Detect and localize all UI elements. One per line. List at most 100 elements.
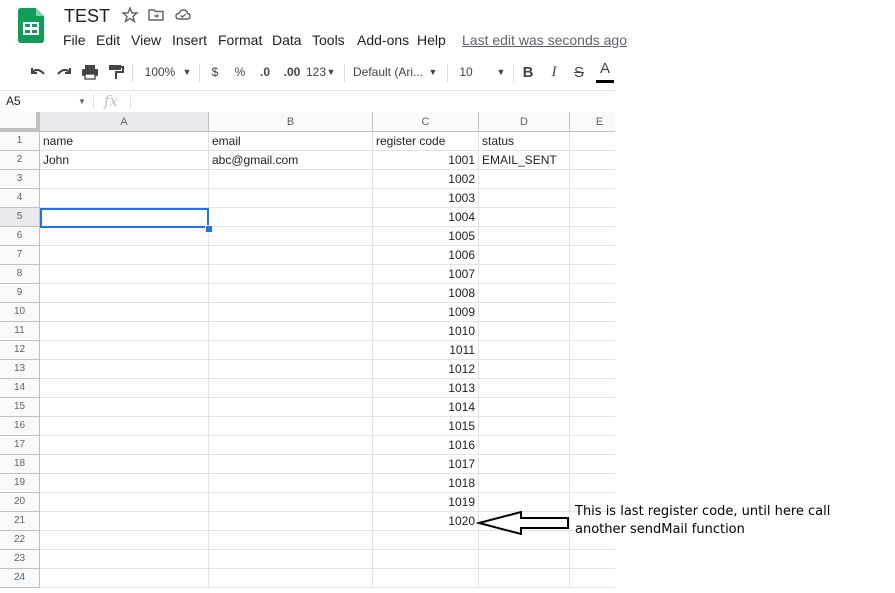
move-to-folder-icon[interactable]	[147, 6, 165, 24]
row-header[interactable]: 16	[0, 417, 40, 436]
menu-insert[interactable]: Insert	[172, 32, 207, 48]
cell-a9[interactable]	[40, 284, 209, 303]
cell-d14[interactable]	[479, 379, 570, 398]
cell-d13[interactable]	[479, 360, 570, 379]
cell-b19[interactable]	[209, 474, 373, 493]
cell-b9[interactable]	[209, 284, 373, 303]
cell-c9[interactable]: 1008	[373, 284, 479, 303]
cell-c7[interactable]: 1006	[373, 246, 479, 265]
name-box[interactable]: A5	[0, 91, 90, 112]
menu-data[interactable]: Data	[272, 32, 302, 48]
cell-a1[interactable]: name	[40, 132, 209, 151]
cloud-status-icon[interactable]	[174, 6, 192, 24]
row-header[interactable]: 20	[0, 493, 40, 512]
row-header[interactable]: 24	[0, 569, 40, 588]
number-format-chevron-down-icon[interactable]: ▼	[326, 56, 336, 88]
undo-icon[interactable]	[28, 56, 48, 88]
cell-b12[interactable]	[209, 341, 373, 360]
column-header-b[interactable]: B	[209, 112, 373, 132]
cell-e4[interactable]	[570, 189, 615, 208]
row-header[interactable]: 17	[0, 436, 40, 455]
decrease-decimal-button[interactable]: .0	[255, 56, 275, 88]
cell-b1[interactable]: email	[209, 132, 373, 151]
cell-a7[interactable]	[40, 246, 209, 265]
cell-b24[interactable]	[209, 569, 373, 588]
cell-e8[interactable]	[570, 265, 615, 284]
row-header[interactable]: 1	[0, 132, 40, 151]
cell-b13[interactable]	[209, 360, 373, 379]
cell-b20[interactable]	[209, 493, 373, 512]
cell-a11[interactable]	[40, 322, 209, 341]
star-icon[interactable]	[121, 6, 139, 24]
cell-d12[interactable]	[479, 341, 570, 360]
zoom-chevron-down-icon[interactable]: ▼	[181, 56, 193, 88]
font-size-chevron-down-icon[interactable]: ▼	[495, 56, 507, 88]
cell-d15[interactable]	[479, 398, 570, 417]
cell-e14[interactable]	[570, 379, 615, 398]
cell-b23[interactable]	[209, 550, 373, 569]
cell-a4[interactable]	[40, 189, 209, 208]
cell-e13[interactable]	[570, 360, 615, 379]
cell-d24[interactable]	[479, 569, 570, 588]
cell-b5[interactable]	[209, 208, 373, 227]
row-header[interactable]: 8	[0, 265, 40, 284]
column-header-c[interactable]: C	[373, 112, 479, 132]
cell-b11[interactable]	[209, 322, 373, 341]
cell-e5[interactable]	[570, 208, 615, 227]
cell-d11[interactable]	[479, 322, 570, 341]
cell-e3[interactable]	[570, 170, 615, 189]
cell-d10[interactable]	[479, 303, 570, 322]
name-box-chevron-down-icon[interactable]: ▼	[78, 91, 86, 112]
cell-b6[interactable]	[209, 227, 373, 246]
cell-c2[interactable]: 1001	[373, 151, 479, 170]
cell-c4[interactable]: 1003	[373, 189, 479, 208]
row-header[interactable]: 22	[0, 531, 40, 550]
cell-e9[interactable]	[570, 284, 615, 303]
row-header[interactable]: 10	[0, 303, 40, 322]
cell-c14[interactable]: 1013	[373, 379, 479, 398]
cell-a12[interactable]	[40, 341, 209, 360]
cell-e19[interactable]	[570, 474, 615, 493]
formula-input[interactable]	[135, 91, 605, 112]
cell-b22[interactable]	[209, 531, 373, 550]
bold-button[interactable]: B	[520, 56, 536, 88]
cell-c10[interactable]: 1009	[373, 303, 479, 322]
zoom-select[interactable]: 100%	[140, 56, 180, 88]
cell-d23[interactable]	[479, 550, 570, 569]
row-header[interactable]: 3	[0, 170, 40, 189]
cell-c18[interactable]: 1017	[373, 455, 479, 474]
cell-e7[interactable]	[570, 246, 615, 265]
column-header-e[interactable]: E	[570, 112, 615, 132]
row-header[interactable]: 5	[0, 208, 40, 227]
cell-a5[interactable]	[40, 208, 209, 227]
print-icon[interactable]	[80, 56, 100, 88]
cell-a15[interactable]	[40, 398, 209, 417]
cell-b10[interactable]	[209, 303, 373, 322]
cell-d17[interactable]	[479, 436, 570, 455]
row-header[interactable]: 2	[0, 151, 40, 170]
currency-format-button[interactable]: $	[207, 56, 223, 88]
cell-c24[interactable]	[373, 569, 479, 588]
cell-c12[interactable]: 1011	[373, 341, 479, 360]
column-header-a[interactable]: A	[40, 112, 209, 132]
cell-c23[interactable]	[373, 550, 479, 569]
cell-d7[interactable]	[479, 246, 570, 265]
row-header[interactable]: 21	[0, 512, 40, 531]
row-header[interactable]: 7	[0, 246, 40, 265]
cell-e2[interactable]	[570, 151, 615, 170]
paint-format-icon[interactable]	[106, 56, 126, 88]
fill-handle[interactable]	[205, 225, 213, 233]
cell-c13[interactable]: 1012	[373, 360, 479, 379]
row-header[interactable]: 18	[0, 455, 40, 474]
menu-file[interactable]: File	[63, 32, 86, 48]
cell-c16[interactable]: 1015	[373, 417, 479, 436]
cell-b21[interactable]	[209, 512, 373, 531]
strikethrough-button[interactable]: S	[571, 56, 587, 88]
cell-e16[interactable]	[570, 417, 615, 436]
cell-a10[interactable]	[40, 303, 209, 322]
font-size-select[interactable]: 10	[455, 56, 477, 88]
cell-e15[interactable]	[570, 398, 615, 417]
increase-decimal-button[interactable]: .00	[280, 56, 304, 88]
cell-e23[interactable]	[570, 550, 615, 569]
cell-d9[interactable]	[479, 284, 570, 303]
